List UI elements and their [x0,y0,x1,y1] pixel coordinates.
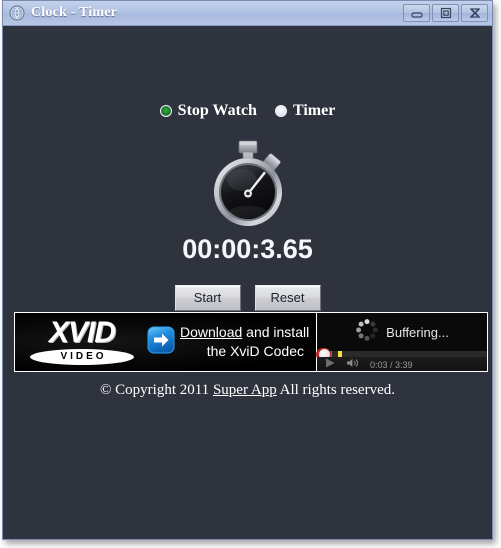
radio-timer[interactable]: Timer [274,102,336,120]
radio-stopwatch-indicator[interactable] [159,105,172,117]
radio-stopwatch-label: Stop Watch [177,102,257,119]
video-controls: 0:03 / 3:39 [317,356,487,371]
control-buttons: Start Reset [3,285,492,311]
loading-spinner-icon [355,318,379,347]
video-player[interactable]: Buffering... 0:03 / 3:39 [317,313,487,371]
stopwatch-graphic [3,136,492,228]
copyright-footer: © Copyright 2011 Super App All rights re… [3,382,492,399]
application-window: Clock - Timer Stop Watch Timer 00:00:3.6… [0,0,501,548]
volume-icon[interactable] [346,356,360,371]
xvid-ad-panel[interactable]: XVID VIDEO Download and install the XviD… [15,313,317,371]
title-bar[interactable]: Clock - Timer [3,1,492,26]
window-frame: Clock - Timer Stop Watch Timer 00:00:3.6… [2,0,493,540]
xvid-logo: XVID VIDEO [23,316,141,365]
mode-selector: Stop Watch Timer [3,102,492,120]
close-button[interactable] [461,4,488,22]
copyright-suffix: All rights reserved. [276,382,395,398]
start-button[interactable]: Start [174,285,241,311]
play-icon[interactable] [324,356,336,371]
radio-timer-indicator[interactable] [274,105,287,117]
xvid-wordmark: XVID [48,316,116,349]
video-timecode: 0:03 / 3:39 [370,360,413,370]
super-app-link[interactable]: Super App [213,382,277,398]
reset-button[interactable]: Reset [254,285,321,311]
copyright-prefix: © Copyright 2011 [100,382,213,398]
ad-text-line2: the XviD Codec [206,343,304,359]
minimize-button[interactable] [403,4,430,22]
blue-arrow-icon[interactable] [147,326,175,359]
time-display: 00:00:3.65 [182,234,313,264]
video-stage[interactable]: Buffering... [317,313,487,351]
globe-icon [9,5,25,21]
maximize-button[interactable] [432,4,459,22]
ad-copy: Download and install the XviD Codec [180,323,316,361]
buffering-status: Buffering... [386,324,449,340]
radio-timer-label: Timer [292,102,336,119]
advertisement-banner[interactable]: XVID VIDEO Download and install the XviD… [14,312,488,372]
window-controls [403,4,488,22]
ad-text-after-link: and install [242,324,310,340]
radio-stopwatch[interactable]: Stop Watch [159,102,257,120]
xvid-subtitle: VIDEO [30,349,134,365]
download-link[interactable]: Download [180,324,242,340]
window-title: Clock - Timer [31,5,118,20]
stopwatch-icon [213,140,282,226]
client-area: Stop Watch Timer 00:00:3.65 Start Reset … [3,26,492,539]
